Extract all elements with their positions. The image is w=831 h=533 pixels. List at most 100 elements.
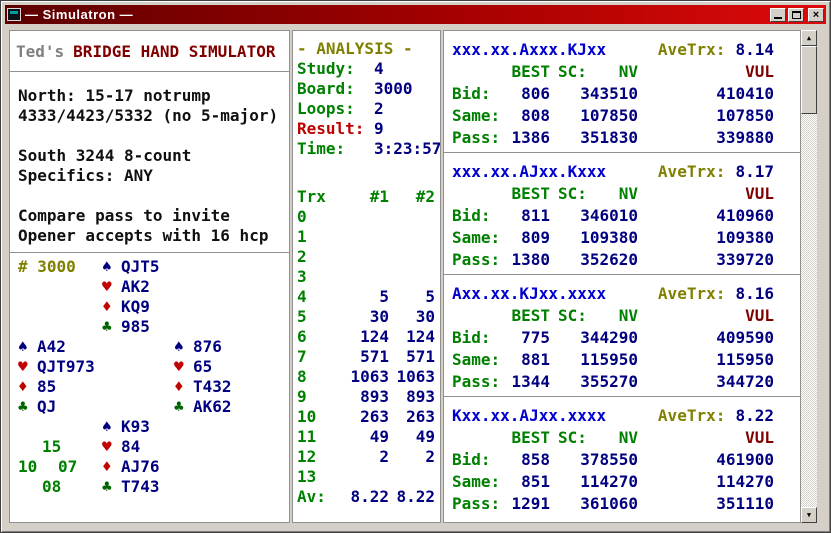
result-header: BEST SC:NV VUL bbox=[452, 427, 774, 449]
col-1: #1 bbox=[337, 187, 389, 207]
scrollbar-thumb[interactable] bbox=[801, 46, 817, 114]
result-block-2: xxx.xx.AJxx.Kxxx AveTrx: 8.17 BEST SC:NV… bbox=[444, 153, 800, 275]
result-row: Bid:775344290409590 bbox=[452, 327, 774, 349]
hcp-east: 07 bbox=[58, 457, 77, 477]
heart-icon: ♥ bbox=[18, 357, 37, 377]
maximize-icon bbox=[792, 11, 801, 19]
avetrx-label: AveTrx: bbox=[658, 284, 725, 303]
loops-label: Loops: bbox=[297, 99, 374, 119]
table-row: 1222 bbox=[293, 447, 440, 467]
board-number: # 3000 bbox=[18, 257, 76, 277]
table-header: Trx #1 #2 bbox=[293, 187, 440, 207]
scroll-down-button[interactable]: ▼ bbox=[801, 507, 817, 523]
club-icon: ♣ bbox=[174, 397, 193, 417]
spade-icon: ♠ bbox=[102, 257, 121, 277]
analysis-title: - ANALYSIS - bbox=[293, 31, 440, 59]
east-clubs: AK62 bbox=[193, 397, 232, 416]
average-2: 8.22 bbox=[389, 487, 435, 507]
north-hand: ♠QJT5 ♥AK2 ♦KQ9 ♣985 bbox=[102, 257, 160, 337]
vul-header: VUL bbox=[638, 61, 774, 83]
result-row: Bid:858378550461900 bbox=[452, 449, 774, 471]
result-row: Same:881115950115950 bbox=[452, 349, 774, 371]
heart-icon: ♥ bbox=[174, 357, 193, 377]
info-line: South 3244 8-count bbox=[18, 146, 289, 166]
result-block-4: Kxx.xx.AJxx.xxxx AveTrx: 8.22 BEST SC:NV… bbox=[444, 397, 800, 518]
south-clubs: T743 bbox=[121, 477, 160, 496]
info-line: 4333/4423/5332 (no 5-major) bbox=[18, 106, 289, 126]
heart-icon: ♥ bbox=[102, 277, 121, 297]
minimize-button[interactable] bbox=[770, 8, 786, 22]
result-field: Result:9 bbox=[293, 119, 440, 139]
east-diamonds: T432 bbox=[193, 377, 232, 396]
result-row: Pass:1380352620339720 bbox=[452, 249, 774, 271]
loops-value: 2 bbox=[374, 99, 384, 118]
hand-pattern: xxx.xx.Axxx.KJxx bbox=[452, 39, 606, 61]
analysis-panel: - ANALYSIS - Study:4 Board:3000 Loops:2 … bbox=[292, 30, 441, 523]
result-row: Bid:806343510410410 bbox=[452, 83, 774, 105]
header-prefix: Ted's bbox=[16, 42, 64, 61]
board-value: 3000 bbox=[374, 79, 413, 98]
diamond-icon: ♦ bbox=[102, 457, 121, 477]
titlebar[interactable]: — Simulatron — × bbox=[5, 5, 826, 24]
table-row: 455 bbox=[293, 287, 440, 307]
vertical-scrollbar[interactable]: ▲ ▼ bbox=[801, 30, 817, 523]
south-hand: ♠K93 ♥84 ♦AJ76 ♣T743 bbox=[102, 417, 160, 497]
spade-icon: ♠ bbox=[18, 337, 37, 357]
close-icon: × bbox=[813, 9, 819, 21]
result-header: BEST SC:NV VUL bbox=[452, 305, 774, 327]
board-field: Board:3000 bbox=[293, 79, 440, 99]
minimize-icon bbox=[774, 17, 782, 19]
east-hearts: 65 bbox=[193, 357, 212, 376]
table-row: 114949 bbox=[293, 427, 440, 447]
hand-pattern: Kxx.xx.AJxx.xxxx bbox=[452, 405, 606, 427]
table-row: 6124124 bbox=[293, 327, 440, 347]
south-diamonds: AJ76 bbox=[121, 457, 160, 476]
app-header: Ted's BRIDGE HAND SIMULATOR bbox=[10, 31, 289, 72]
avetrx-value: 8.17 bbox=[735, 161, 774, 183]
table-row: 1 bbox=[293, 227, 440, 247]
scroll-up-icon: ▲ bbox=[807, 34, 811, 42]
result-block-3: Axx.xx.KJxx.xxxx AveTrx: 8.16 BEST SC:NV… bbox=[444, 275, 800, 397]
time-value: 3:23:57 bbox=[374, 139, 441, 158]
north-clubs: 985 bbox=[121, 317, 150, 336]
spade-icon: ♠ bbox=[102, 417, 121, 437]
table-row: 53030 bbox=[293, 307, 440, 327]
table-row: 3 bbox=[293, 267, 440, 287]
info-line: Opener accepts with 16 hcp bbox=[18, 226, 289, 246]
diamond-icon: ♦ bbox=[102, 297, 121, 317]
hcp-north: 15 bbox=[42, 437, 61, 457]
titlebar-buttons: × bbox=[770, 8, 824, 22]
results-panel: xxx.xx.Axxx.KJxx AveTrx: 8.14 BEST SC:NV… bbox=[443, 30, 801, 523]
app-window: — Simulatron — × Ted's BRIDGE HAND SIMULA… bbox=[0, 0, 831, 533]
hand-pattern: Axx.xx.KJxx.xxxx bbox=[452, 283, 606, 305]
north-hearts: AK2 bbox=[121, 277, 150, 296]
result-row: Same:851114270114270 bbox=[452, 471, 774, 493]
header-title: BRIDGE HAND SIMULATOR bbox=[73, 42, 275, 61]
south-hearts: 84 bbox=[121, 437, 140, 456]
avetrx-label: AveTrx: bbox=[658, 162, 725, 181]
window-title: — Simulatron — bbox=[25, 7, 770, 22]
scroll-up-button[interactable]: ▲ bbox=[801, 30, 817, 46]
result-label: Result: bbox=[297, 119, 374, 139]
result-header: BEST SC:NV VUL bbox=[452, 183, 774, 205]
club-icon: ♣ bbox=[18, 397, 37, 417]
best-header: BEST bbox=[504, 61, 550, 83]
app-icon[interactable] bbox=[7, 8, 21, 21]
time-label: Time: bbox=[297, 139, 374, 159]
east-spades: 876 bbox=[193, 337, 222, 356]
board-label: Board: bbox=[297, 79, 374, 99]
maximize-button[interactable] bbox=[788, 8, 804, 22]
col-2: #2 bbox=[389, 187, 435, 207]
club-icon: ♣ bbox=[102, 477, 121, 497]
close-button[interactable]: × bbox=[808, 8, 824, 22]
hcp-south: 08 bbox=[42, 477, 61, 497]
table-row: 2 bbox=[293, 247, 440, 267]
average-label: Av: bbox=[297, 487, 337, 507]
result-row: Same:809109380109380 bbox=[452, 227, 774, 249]
info-line: Specifics: ANY bbox=[18, 166, 289, 186]
spade-icon: ♠ bbox=[174, 337, 193, 357]
west-clubs: QJ bbox=[37, 397, 56, 416]
avetrx-label: AveTrx: bbox=[658, 406, 725, 425]
avetrx-value: 8.16 bbox=[735, 283, 774, 305]
result-block-1: xxx.xx.Axxx.KJxx AveTrx: 8.14 BEST SC:NV… bbox=[444, 31, 800, 153]
